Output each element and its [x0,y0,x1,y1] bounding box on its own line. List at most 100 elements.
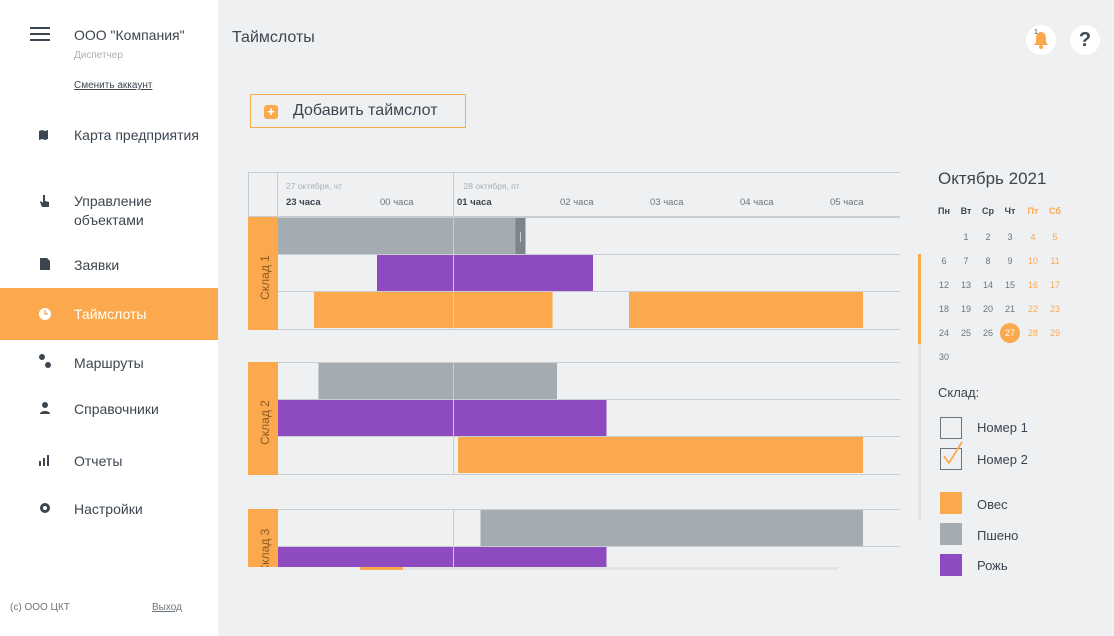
weekday-header: Чт [1004,206,1016,216]
day-label: 28 октября, пт [464,181,520,191]
warehouse-1-label: Номер 1 [977,420,1028,435]
sidebar-item-label: Управление объектами [74,193,152,228]
warehouse-label: Склад 2 [258,400,272,445]
calendar-day[interactable]: 25 [956,323,976,343]
sidebar-item-map[interactable]: Карта предприятия [0,118,218,164]
timeslot-bar [278,400,607,436]
calendar-day[interactable]: 3 [1000,227,1020,247]
sidebar-item-label: Заявки [74,257,120,273]
add-timeslot-button[interactable]: + Добавить таймслот [250,94,466,128]
sidebar-item-label: Таймслоты [74,306,147,322]
sidebar-item-timeslots[interactable]: Таймслоты [0,288,218,340]
company-name: ООО "Компания" [74,27,185,43]
sidebar-item-objects[interactable]: Управление объектами [0,184,218,230]
user-role: Диспетчер [74,50,123,61]
weekday-header: Пн [938,206,950,216]
warehouse-1-checkbox[interactable] [940,417,962,439]
sidebar-item-label: Настройки [74,501,143,517]
timeslot-bar [314,292,553,328]
horizontal-scrollbar-thumb[interactable] [360,567,403,570]
calendar-day[interactable]: 29 [1045,323,1065,343]
calendar-day[interactable]: 13 [956,275,976,295]
calendar-day[interactable]: 30 [934,347,954,367]
calendar-day[interactable]: 9 [1000,251,1020,271]
hour-label: 03 часа [650,197,684,208]
hour-label: 01 часа [457,197,492,208]
map-icon [39,130,48,140]
touch-icon [40,195,49,207]
legend-swatch-rye [940,554,962,576]
calendar-day[interactable]: 28 [1023,323,1043,343]
legend-label-rye: Рожь [977,558,1008,573]
calendar-day[interactable]: 22 [1023,299,1043,319]
calendar-day[interactable]: 26 [978,323,998,343]
calendar-day[interactable]: 21 [1000,299,1020,319]
page-title: Таймслоты [232,29,315,46]
calendar-day[interactable]: 14 [978,275,998,295]
switch-account-link[interactable]: Сменить аккаунт [74,80,152,91]
calendar-title: Октябрь 2021 [938,169,1047,188]
calendar-day[interactable]: 5 [1045,227,1065,247]
menu-icon[interactable] [30,27,50,41]
hour-label: 04 часа [740,197,774,208]
calendar-day[interactable]: 10 [1023,251,1043,271]
calendar-day[interactable]: 19 [956,299,976,319]
warehouse-2-checkbox[interactable] [940,441,963,470]
plus-icon: + [264,105,278,119]
calendar-day[interactable]: 12 [934,275,954,295]
notification-count: 1 [1034,29,1038,36]
sidebar-item-requests[interactable]: Заявки [0,248,218,284]
copyright: (с) ООО ЦКТ [10,602,70,613]
calendar-day[interactable]: 11 [1045,251,1065,271]
hour-label: 02 часа [560,197,594,208]
help-icon: ? [1078,29,1092,51]
warehouse-label: Склад 1 [258,255,272,300]
check-icon [943,441,963,465]
calendar-day[interactable]: 18 [934,299,954,319]
calendar-day[interactable]: 17 [1045,275,1065,295]
timeline-grid: 27 октября, чт 28 октября, пт 23 часа 00 ча… [248,172,900,567]
hour-label: 05 часа [830,197,864,208]
sidebar-item-settings[interactable]: Настройки [0,492,218,528]
chart-icon [39,455,49,466]
legend-label-millet: Пшено [977,528,1019,543]
calendar-day[interactable]: 4 [1023,227,1043,247]
sidebar-item-references[interactable]: Справочники [0,392,218,428]
legend-swatch-oats [940,492,962,514]
user-icon [40,402,50,414]
timeslot-bar [377,255,593,291]
calendar-day[interactable]: 23 [1045,299,1065,319]
horizontal-scrollbar-track[interactable] [360,567,838,570]
clock-icon [39,308,51,320]
calendar-day[interactable]: 20 [978,299,998,319]
notifications-button[interactable]: 1 [1026,25,1056,55]
legend-label-oats: Овес [977,497,1008,512]
logout-link[interactable]: Выход [152,602,182,613]
calendar-day[interactable]: 7 [956,251,976,271]
add-timeslot-label: Добавить таймслот [293,102,438,119]
timeslot-bar [318,363,557,399]
calendar-day[interactable]: 8 [978,251,998,271]
calendar-day[interactable]: 24 [934,323,954,343]
weekday-header: Сб [1049,206,1061,216]
calendar-day[interactable]: 6 [934,251,954,271]
help-button[interactable]: ? [1070,25,1100,55]
timeslot-bar [278,218,526,254]
timeslot-bar [458,437,863,473]
warehouse-filter-label: Склад: [938,385,980,400]
gear-icon [40,503,50,513]
sidebar-item-label: Карта предприятия [74,127,199,143]
calendar-day[interactable]: 2 [978,227,998,247]
sidebar-item-routes[interactable]: Маршруты [0,346,218,382]
route-icon [39,354,51,368]
sidebar-item-label: Справочники [74,401,159,417]
calendar-day[interactable]: 1 [956,227,976,247]
sidebar-item-reports[interactable]: Отчеты [0,444,218,480]
weekday-header: Вт [960,206,972,216]
vertical-scrollbar-thumb[interactable] [918,254,921,344]
calendar-day[interactable]: 27 [1000,323,1020,343]
timeline: 27 октября, чт 28 октября, пт 23 часа 00 ча… [248,172,900,567]
calendar-day[interactable]: 15 [1000,275,1020,295]
calendar-day[interactable]: 16 [1023,275,1043,295]
hour-label: 23 часа [286,197,321,208]
